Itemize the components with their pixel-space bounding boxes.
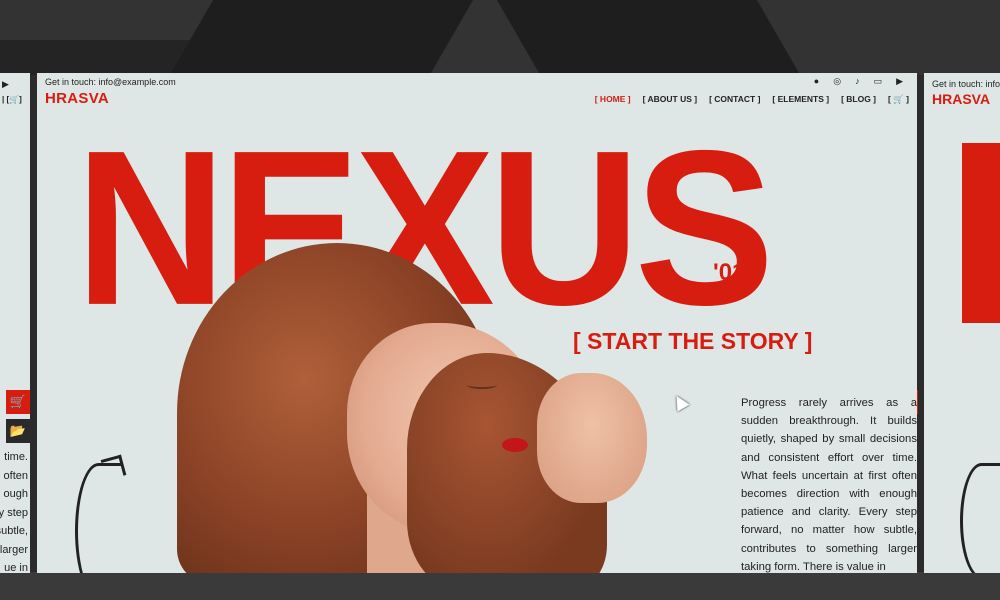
nav-cart[interactable]: [ 🛒 ] — [888, 94, 909, 105]
left-nav-fragment: | [🛒] — [2, 95, 22, 104]
text-line: time. — [4, 451, 28, 463]
left-preview-panel[interactable]: ▶ | [🛒] time. often ough y step subtle, … — [0, 73, 30, 573]
right-preview-panel[interactable]: Get in touch: info HRASVA — [924, 73, 1000, 573]
text-line: larger — [0, 543, 28, 556]
photo-hand — [537, 373, 647, 503]
twitch-icon[interactable]: ▭ — [874, 76, 883, 87]
right-contact: Get in touch: info — [932, 79, 1000, 89]
hero-tagline[interactable]: [ START THE STORY ] — [573, 328, 812, 355]
bg-shape — [462, 0, 838, 75]
contact-info: Get in touch: info@example.com — [45, 77, 176, 87]
nav-home[interactable]: [ HOME ] — [595, 94, 631, 105]
hero-body-text: Progress rarely arrives as a sudden brea… — [741, 397, 917, 573]
text-line: y step — [0, 506, 28, 519]
photo-eye — [467, 381, 497, 389]
cart-icon-button[interactable]: 🛒 — [6, 390, 30, 414]
instagram-icon[interactable]: ◎ — [833, 76, 841, 87]
nav-about[interactable]: [ ABOUT US ] — [643, 94, 697, 105]
bg-shape — [132, 0, 508, 75]
youtube-icon[interactable]: ▶ — [896, 76, 903, 87]
main-page: Get in touch: info@example.com HRASVA ● … — [37, 73, 917, 573]
text-line: ue in — [4, 562, 28, 573]
nav-contact[interactable]: [ CONTACT ] — [709, 94, 760, 105]
arrow-graphic — [960, 463, 1000, 573]
nav-blog[interactable]: [ BLOG ] — [841, 94, 876, 105]
text-line: ough — [3, 488, 28, 500]
youtube-icon: ▶ — [2, 79, 9, 89]
issue-number: '01 — [713, 259, 746, 286]
bg-shape — [0, 40, 200, 75]
folder-icon-button[interactable]: 📂 — [6, 419, 30, 443]
photo-lips — [502, 438, 528, 452]
facebook-icon[interactable]: ● — [814, 76, 819, 87]
text-line: subtle, — [0, 525, 28, 537]
background-bottom — [0, 572, 1000, 600]
background-top — [0, 0, 1000, 75]
arrow-graphic — [75, 463, 122, 573]
main-nav: [ HOME ] [ ABOUT US ] [ CONTACT ] [ ELEM… — [595, 94, 909, 105]
hero-photo — [147, 233, 747, 573]
arrow-head-graphic — [100, 454, 127, 481]
left-text-fragment: time. often ough y step subtle, larger u… — [0, 448, 28, 573]
tiktok-icon[interactable]: ♪ — [855, 76, 860, 87]
nav-elements[interactable]: [ ELEMENTS ] — [772, 94, 829, 105]
text-line: often — [3, 469, 28, 482]
right-title-fragment — [962, 143, 1000, 323]
right-logo: HRASVA — [932, 91, 991, 107]
social-links: ● ◎ ♪ ▭ ▶ — [814, 76, 903, 87]
